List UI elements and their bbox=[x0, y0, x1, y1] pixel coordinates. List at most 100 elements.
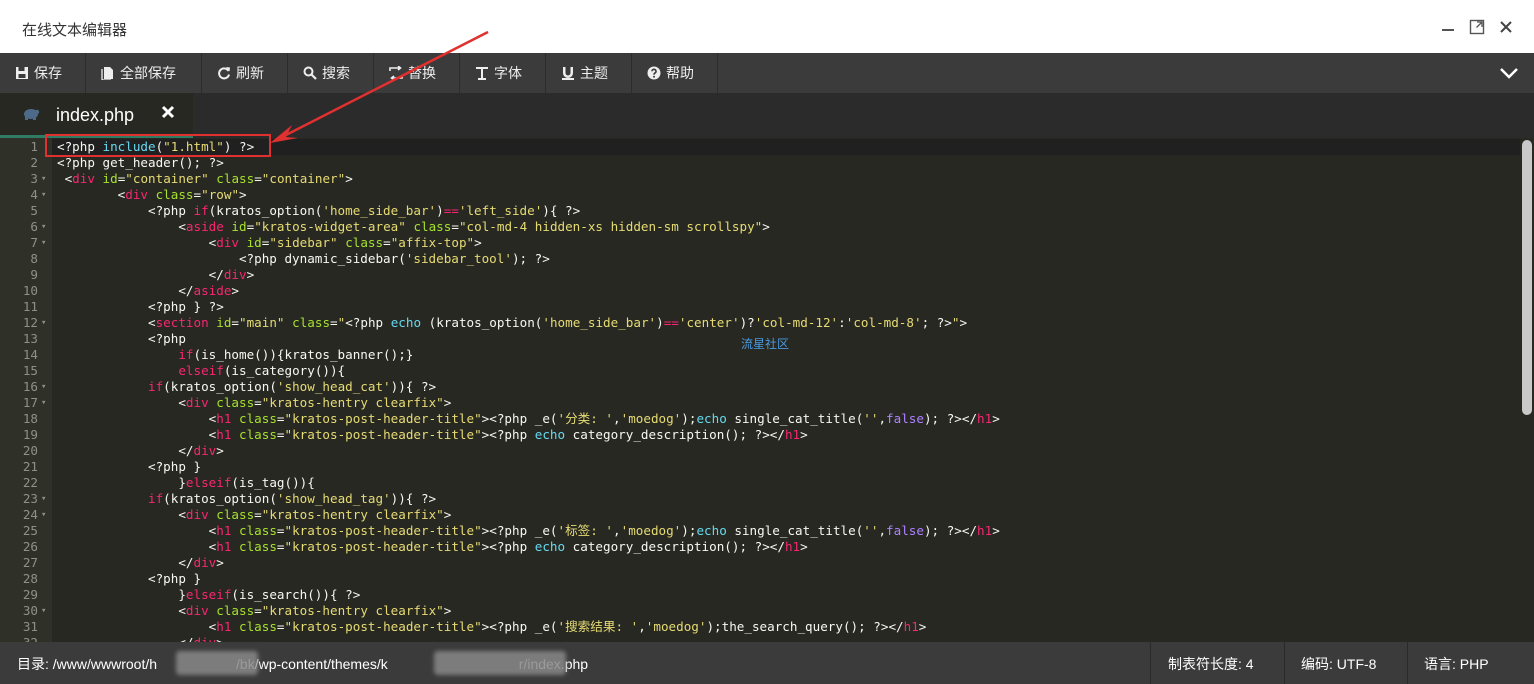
help-button[interactable]: 帮助 bbox=[632, 53, 718, 93]
help-icon bbox=[646, 65, 662, 81]
window-titlebar: 在线文本编辑器 bbox=[0, 0, 1534, 54]
line-number: 24 bbox=[22, 507, 38, 522]
vertical-scrollbar[interactable] bbox=[1520, 138, 1534, 642]
help-label: 帮助 bbox=[666, 65, 694, 81]
close-icon[interactable] bbox=[1495, 16, 1517, 38]
status-divider bbox=[1407, 642, 1408, 684]
refresh-button[interactable]: 刷新 bbox=[202, 53, 288, 93]
code-line: <?php } bbox=[57, 571, 202, 586]
save-all-button[interactable]: 全部保存 bbox=[86, 53, 202, 93]
code-line: <?php dynamic_sidebar('sidebar_tool'); ?… bbox=[57, 251, 550, 266]
file-tab-bar: index.php bbox=[0, 93, 1534, 138]
fold-toggle-icon[interactable]: ▾ bbox=[41, 187, 46, 203]
line-number: 6 bbox=[30, 219, 38, 234]
minimize-icon[interactable] bbox=[1437, 16, 1459, 38]
tab-index-php[interactable]: index.php bbox=[0, 93, 193, 138]
fold-toggle-icon[interactable]: ▾ bbox=[41, 315, 46, 331]
code-line: </div> bbox=[57, 555, 224, 570]
code-line: <?php if(kratos_option('home_side_bar')=… bbox=[57, 203, 581, 218]
line-number-gutter: 1 2 3 ▾ 4 ▾ 5 6 ▾ 7 ▾ 8 9 10 11 12 ▾ 13 14 15 16 ▾ 17 ▾ 18 19 20 21… bbox=[0, 138, 52, 642]
tab-close-icon[interactable] bbox=[160, 104, 180, 124]
maximize-icon[interactable] bbox=[1466, 16, 1488, 38]
save-all-icon bbox=[100, 65, 116, 81]
replace-button[interactable]: 替换 bbox=[374, 53, 460, 93]
line-number: 11 bbox=[22, 299, 38, 314]
language-indicator[interactable]: 语言: PHP bbox=[1424, 654, 1489, 674]
tab-size-indicator[interactable]: 制表符长度: 4 bbox=[1168, 654, 1254, 674]
line-number: 30 bbox=[22, 603, 38, 618]
save-button[interactable]: 保存 bbox=[0, 53, 86, 93]
chevron-down-icon[interactable] bbox=[1484, 53, 1534, 93]
code-line: <div class="kratos-hentry clearfix"> bbox=[57, 603, 452, 618]
redacted-blur bbox=[176, 651, 258, 675]
code-line: <?php } bbox=[57, 459, 202, 474]
fold-toggle-icon[interactable]: ▾ bbox=[41, 171, 46, 187]
line-number: 28 bbox=[22, 571, 38, 586]
refresh-icon bbox=[216, 65, 232, 81]
code-area[interactable]: <?php include("1.html") ?> <?php get_hea… bbox=[57, 138, 1520, 642]
line-number: 2 bbox=[30, 155, 38, 170]
window-title: 在线文本编辑器 bbox=[22, 22, 128, 39]
line-number: 15 bbox=[22, 363, 38, 378]
search-label: 搜索 bbox=[322, 65, 350, 81]
theme-button[interactable]: 主题 bbox=[546, 53, 632, 93]
fold-toggle-icon[interactable]: ▾ bbox=[41, 235, 46, 251]
code-line: }elseif(is_search()){ ?> bbox=[57, 587, 361, 602]
code-line: <h1 class="kratos-post-header-title"><?p… bbox=[57, 523, 1000, 538]
line-number: 4 bbox=[30, 187, 38, 202]
line-number: 20 bbox=[22, 443, 38, 458]
code-line: <h1 class="kratos-post-header-title"><?p… bbox=[57, 619, 927, 634]
line-number: 29 bbox=[22, 587, 38, 602]
fold-toggle-icon[interactable]: ▾ bbox=[41, 507, 46, 523]
path-prefix: 目录: /www/wwwroot/h bbox=[17, 656, 158, 672]
line-number: 13 bbox=[22, 331, 38, 346]
code-line: elseif(is_category()){ bbox=[178, 363, 346, 378]
fold-toggle-icon[interactable]: ▾ bbox=[41, 395, 46, 411]
scrollbar-thumb[interactable] bbox=[1522, 140, 1532, 415]
code-editor[interactable]: 1 2 3 ▾ 4 ▾ 5 6 ▾ 7 ▾ 8 9 10 11 12 ▾ 13 14 15 16 ▾ 17 ▾ 18 19 20 21… bbox=[0, 138, 1534, 642]
line-number: 16 bbox=[22, 379, 38, 394]
search-icon bbox=[302, 65, 318, 81]
editor-toolbar: 保存 全部保存 刷新 搜索 替换 字体 主题 帮助 bbox=[0, 53, 1534, 93]
code-line: <h1 class="kratos-post-header-title"><?p… bbox=[57, 411, 1000, 426]
code-line: <?php } ?> bbox=[57, 299, 224, 314]
code-line: </div> bbox=[57, 635, 224, 642]
code-line: </aside> bbox=[57, 283, 239, 298]
save-icon bbox=[14, 65, 30, 81]
code-line: <h1 class="kratos-post-header-title"><?p… bbox=[57, 427, 808, 442]
line-number: 8 bbox=[30, 251, 38, 266]
theme-label: 主题 bbox=[580, 65, 608, 81]
fold-toggle-icon[interactable]: ▾ bbox=[41, 603, 46, 619]
line-number: 5 bbox=[30, 203, 38, 218]
line-number: 27 bbox=[22, 555, 38, 570]
code-line: }elseif(is_tag()){ bbox=[57, 475, 315, 490]
theme-icon bbox=[560, 65, 576, 81]
code-line: <section id="main" class="<?php echo (kr… bbox=[57, 315, 968, 330]
font-label: 字体 bbox=[494, 65, 522, 81]
replace-icon bbox=[388, 65, 404, 81]
fold-toggle-icon[interactable]: ▾ bbox=[41, 379, 46, 395]
fold-toggle-icon[interactable]: ▾ bbox=[41, 491, 46, 507]
code-line: if(is_home()){kratos_banner();} bbox=[178, 347, 414, 362]
path-mid: /bk/wp-content/themes/k bbox=[236, 656, 388, 672]
watermark-text: 流星社区 bbox=[741, 337, 790, 351]
code-line: <aside id="kratos-widget-area" class="co… bbox=[57, 219, 770, 234]
save-label: 保存 bbox=[34, 65, 62, 81]
save-all-label: 全部保存 bbox=[120, 65, 176, 81]
font-button[interactable]: 字体 bbox=[460, 53, 546, 93]
code-line: <div class="kratos-hentry clearfix"> bbox=[57, 507, 452, 522]
line-number: 9 bbox=[30, 267, 38, 282]
code-line: if(kratos_option('show_head_tag')){ ?> bbox=[148, 491, 437, 506]
code-line: <div id="container" class="container"> bbox=[57, 171, 353, 186]
line-number: 32 bbox=[0, 635, 38, 642]
search-button[interactable]: 搜索 bbox=[288, 53, 374, 93]
encoding-indicator[interactable]: 编码: UTF-8 bbox=[1301, 654, 1376, 674]
code-line: if(kratos_option('show_head_cat')){ ?> bbox=[148, 379, 437, 394]
status-divider bbox=[1150, 642, 1151, 684]
line-number: 10 bbox=[22, 283, 38, 298]
code-line: <h1 class="kratos-post-header-title"><?p… bbox=[57, 539, 808, 554]
code-line: </div> bbox=[57, 443, 224, 458]
fold-toggle-icon[interactable]: ▾ bbox=[41, 219, 46, 235]
line-number: 26 bbox=[22, 539, 38, 554]
status-divider bbox=[1284, 642, 1285, 684]
